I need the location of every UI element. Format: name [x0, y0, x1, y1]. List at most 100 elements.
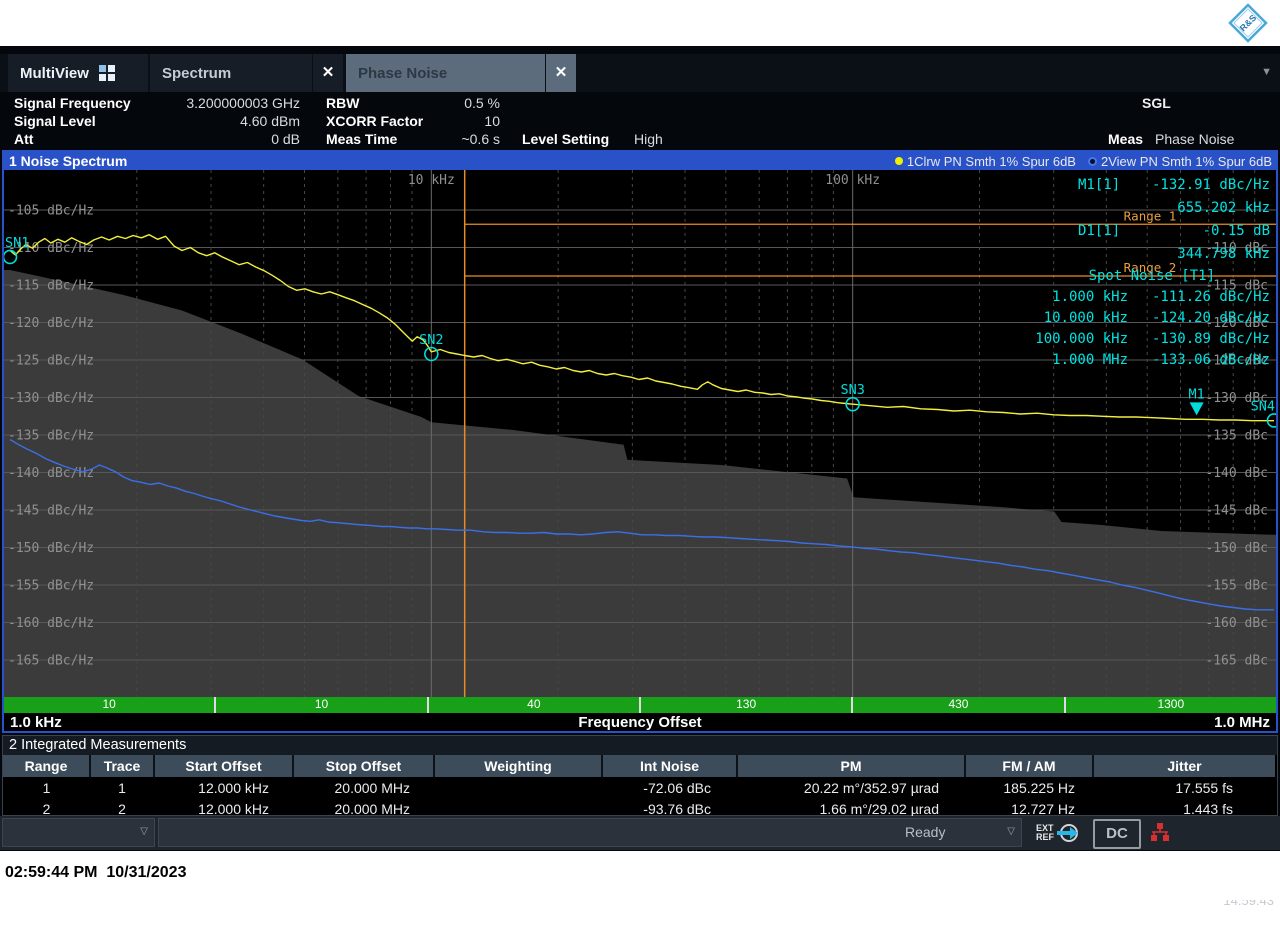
status-bar: ▽ ▽ Ready EXTREF DC 2023-10-31 14:59: [0, 816, 1280, 850]
tab-spectrum-label: Spectrum [150, 65, 312, 82]
y-tick-label-right: -145 dBc [1205, 504, 1268, 519]
y-tick-label-left: -135 dBc/Hz [8, 429, 94, 444]
tab-multiview[interactable]: MultiView [8, 54, 148, 92]
legend-text: 1Clrw PN Smth 1% Spur 6dB [907, 154, 1076, 169]
spot-noise-freq: 100.000 kHz [990, 329, 1128, 350]
xcorr-segment: 10 [4, 697, 216, 713]
spot-noise-title: Spot Noise [T1] [990, 266, 1270, 287]
x-tick-label: 10 kHz [408, 173, 455, 188]
x-axis-label-row: 1.0 kHz Frequency Offset 1.0 MHz [4, 713, 1276, 731]
close-icon[interactable]: ✕ [545, 54, 576, 92]
noise-spectrum-window[interactable]: 1 Noise Spectrum 1Clrw PN Smth 1% Spur 6… [2, 150, 1278, 733]
table-header: Jitter [1093, 755, 1275, 777]
field-value: 0 dB [160, 131, 300, 148]
spot-noise-table: 1.000 kHz-111.26 dBc/Hz10.000 kHz-124.20… [990, 287, 1270, 371]
meas-label: Meas [1108, 131, 1143, 148]
dropdown-arrow-icon: ▽ [140, 826, 148, 837]
integrated-measurements-table: RangeTraceStart OffsetStop OffsetWeighti… [3, 755, 1275, 819]
marker-m1-value: -132.91 dBc/Hz [1152, 174, 1270, 197]
table-cell: 12.000 kHz [154, 777, 293, 798]
tab-phase-noise[interactable]: Phase Noise ✕ [346, 54, 576, 92]
legend-item[interactable]: 1Clrw PN Smth 1% Spur 6dB [895, 154, 1076, 169]
meas-value: Phase Noise [1155, 131, 1234, 148]
table-header: Range [3, 755, 90, 777]
table-header: Stop Offset [293, 755, 434, 777]
field-label: Signal Frequency [14, 95, 131, 112]
xcorr-segment: 10 [216, 697, 428, 713]
trace1-dot-icon [895, 157, 903, 165]
tab-spectrum[interactable]: Spectrum ✕ [150, 54, 343, 92]
xcorr-segment-bar: 1010401304301300 [4, 697, 1276, 713]
status-dropdown-main[interactable]: ▽ [158, 818, 1022, 847]
table-cell: 20.000 MHz [293, 777, 434, 798]
footer-datetime: 02:59:44 PM 10/31/2023 [5, 864, 186, 882]
y-tick-label-right: -135 dBc [1205, 429, 1268, 444]
table-header: FM / AM [965, 755, 1093, 777]
field-label: RBW [326, 95, 359, 112]
marker-label-SN3: SN3 [840, 382, 864, 398]
y-tick-label-left: -150 dBc/Hz [8, 541, 94, 556]
table-cell: 17.555 fs [1093, 777, 1275, 798]
spot-noise-value: -130.89 dBc/Hz [1128, 329, 1270, 350]
table-row: 1112.000 kHz20.000 MHz-72.06 dBc20.22 m°… [3, 777, 1275, 798]
y-tick-label-left: -155 dBc/Hz [8, 579, 94, 594]
noise-spectrum-titlebar: 1 Noise Spectrum 1Clrw PN Smth 1% Spur 6… [4, 152, 1276, 170]
marker-d1-freq: 344.798 kHz [990, 243, 1270, 266]
xcorr-segment: 430 [853, 697, 1065, 713]
tab-phase-noise-label: Phase Noise [346, 65, 545, 82]
y-tick-label-right: -155 dBc [1205, 579, 1268, 594]
table-header: Weighting [434, 755, 602, 777]
status-ready: Ready [905, 824, 945, 840]
y-tick-label-left: -160 dBc/Hz [8, 616, 94, 631]
close-icon[interactable]: ✕ [312, 54, 343, 92]
rohde-schwarz-logo: R&S [1228, 3, 1268, 43]
x-axis-title: Frequency Offset [4, 714, 1276, 731]
table-cell: 1 [3, 777, 90, 798]
spot-noise-value: -111.26 dBc/Hz [1128, 287, 1270, 308]
marker-m1-label: M1[1] [1078, 174, 1120, 197]
field-value: ~0.6 s [390, 131, 500, 148]
y-tick-label-left: -140 dBc/Hz [8, 466, 94, 481]
dc-coupling-indicator: DC [1093, 819, 1141, 849]
spot-noise-freq: 1.000 MHz [990, 350, 1128, 371]
field-value: 0.5 % [390, 95, 500, 112]
tab-overflow-arrow-icon[interactable]: ▼ [1261, 66, 1272, 78]
field-value: 3.200000003 GHz [160, 95, 300, 112]
marker-label-SN2: SN2 [419, 332, 443, 348]
marker-label-SN4: SN4 [1251, 398, 1275, 414]
y-tick-label-right: -165 dBc [1205, 654, 1268, 669]
field-value: High [634, 131, 663, 148]
field-value: 10 [390, 113, 500, 130]
field-label: Level Setting [522, 131, 609, 148]
marker-d1-value: -0.15 dB [1203, 220, 1270, 243]
table-cell [434, 777, 602, 798]
table-cell: 20.22 m°/352.97 µrad [737, 777, 965, 798]
spot-noise-value: -133.06 dBc/Hz [1128, 350, 1270, 371]
table-header: Int Noise [602, 755, 737, 777]
noise-spectrum-chart[interactable]: 10 kHz100 kHz-105 dBc/Hz-110 dBc/Hz-115 … [4, 170, 1276, 697]
field-label: Signal Level [14, 113, 96, 130]
tab-multiview-label: MultiView [8, 65, 99, 82]
trace-legend: 1Clrw PN Smth 1% Spur 6dB 2View PN Smth 1… [895, 154, 1276, 169]
y-tick-label-left: -125 dBc/Hz [8, 354, 94, 369]
y-tick-label-right: -160 dBc [1205, 616, 1268, 631]
status-dropdown-left[interactable]: ▽ [2, 818, 155, 847]
dropdown-arrow-icon: ▽ [1007, 826, 1015, 837]
ext-ref-indicator: EXTREF [1036, 821, 1080, 845]
legend-item[interactable]: 2View PN Smth 1% Spur 6dB [1088, 154, 1272, 169]
trace2-ring-icon [1088, 157, 1097, 166]
xcorr-segment: 40 [429, 697, 641, 713]
field-label: Att [14, 131, 33, 148]
top-white-strip: R&S [0, 0, 1280, 46]
lan-status-icon [1148, 823, 1172, 848]
marker-label-M1: M1 [1189, 386, 1205, 402]
table-cell: 1 [90, 777, 154, 798]
integrated-measurements-window[interactable]: 2 Integrated Measurements RangeTraceStar… [2, 735, 1278, 816]
bottom-white-strip: 02:59:44 PM 10/31/2023 [0, 851, 1280, 900]
table-header: Start Offset [154, 755, 293, 777]
channel-tab-bar: MultiView Spectrum ✕ Phase Noise ✕ ▼ [0, 54, 1280, 92]
xcorr-segment: 1300 [1066, 697, 1276, 713]
y-tick-label-left: -145 dBc/Hz [8, 504, 94, 519]
window-title: 2 Integrated Measurements [3, 736, 1277, 755]
spot-noise-value: -124.20 dBc/Hz [1128, 308, 1270, 329]
